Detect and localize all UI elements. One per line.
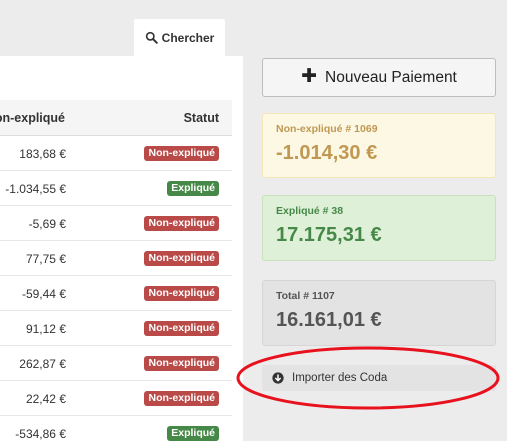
new-payment-button[interactable]: ✚ Nouveau Paiement	[262, 58, 496, 97]
status-badge: Non-expliqué	[144, 391, 219, 406]
total-summary-value: 16.161,01 €	[276, 309, 382, 331]
circle-arrow-down-icon	[272, 372, 284, 384]
status-badge: Non-expliqué	[144, 146, 219, 161]
table-row[interactable]: -1.034,55 € Expliqué	[0, 171, 232, 206]
status-badge: Non-expliqué	[144, 356, 219, 371]
status-badge: Expliqué	[167, 181, 219, 196]
row-amount: -59,44 €	[21, 287, 66, 301]
explained-summary-label: Expliqué # 38	[276, 205, 344, 217]
table-row[interactable]: -5,69 € Non-expliqué	[0, 206, 232, 241]
unexplained-summary-card: Non-expliqué # 1069 -1.014,30 €	[262, 113, 496, 178]
row-amount: -1.034,55 €	[5, 182, 66, 196]
status-badge: Non-expliqué	[144, 321, 219, 336]
row-amount: 22,42 €	[25, 392, 66, 406]
unexplained-summary-label: Non-expliqué # 1069	[276, 123, 378, 135]
status-badge: Non-expliqué	[144, 286, 219, 301]
status-badge: Non-expliqué	[144, 216, 219, 231]
row-amount: 183,68 €	[19, 147, 66, 161]
import-coda-button[interactable]: Importer des Coda	[262, 365, 496, 391]
total-summary-label: Total # 1107	[276, 290, 335, 302]
unexplained-summary-value: -1.014,30 €	[276, 142, 378, 164]
table-row[interactable]: 183,68 € Non-expliqué	[0, 136, 232, 171]
row-amount: -534,86 €	[15, 427, 66, 441]
explained-summary-card: Expliqué # 38 17.175,31 €	[262, 195, 496, 261]
payments-table-body: 183,68 € Non-expliqué -1.034,55 € Expliqué -…	[0, 136, 232, 441]
row-amount: 77,75 €	[25, 252, 66, 266]
explained-summary-value: 17.175,31 €	[276, 224, 382, 246]
table-row[interactable]: 22,42 € Non-expliqué	[0, 381, 232, 416]
row-amount: 262,87 €	[19, 357, 66, 371]
column-header-amount[interactable]: Non-expliqué	[0, 111, 65, 125]
new-payment-label: Nouveau Paiement	[325, 68, 457, 86]
plus-icon: ✚	[301, 66, 318, 87]
table-row[interactable]: -59,44 € Non-expliqué	[0, 276, 232, 311]
table-row[interactable]: -534,86 € Expliqué	[0, 416, 232, 441]
table-header: Non-expliqué Statut	[0, 100, 232, 136]
column-header-status[interactable]: Statut	[184, 111, 219, 125]
table-row[interactable]: 262,87 € Non-expliqué	[0, 346, 232, 381]
status-badge: Non-expliqué	[144, 251, 219, 266]
row-amount: 91,12 €	[25, 322, 66, 336]
tab-search[interactable]: Chercher	[134, 19, 225, 56]
import-coda-label: Importer des Coda	[292, 372, 388, 384]
total-summary-card: Total # 1107 16.161,01 €	[262, 280, 496, 346]
tab-search-label: Chercher	[161, 30, 215, 45]
payments-panel: Non-expliqué Statut 183,68 € Non-expliqué…	[0, 56, 243, 441]
table-row[interactable]: 77,75 € Non-expliqué	[0, 241, 232, 276]
table-row[interactable]: 91,12 € Non-expliqué	[0, 311, 232, 346]
row-amount: -5,69 €	[28, 217, 66, 231]
status-badge: Expliqué	[167, 426, 219, 441]
search-icon	[145, 31, 158, 44]
